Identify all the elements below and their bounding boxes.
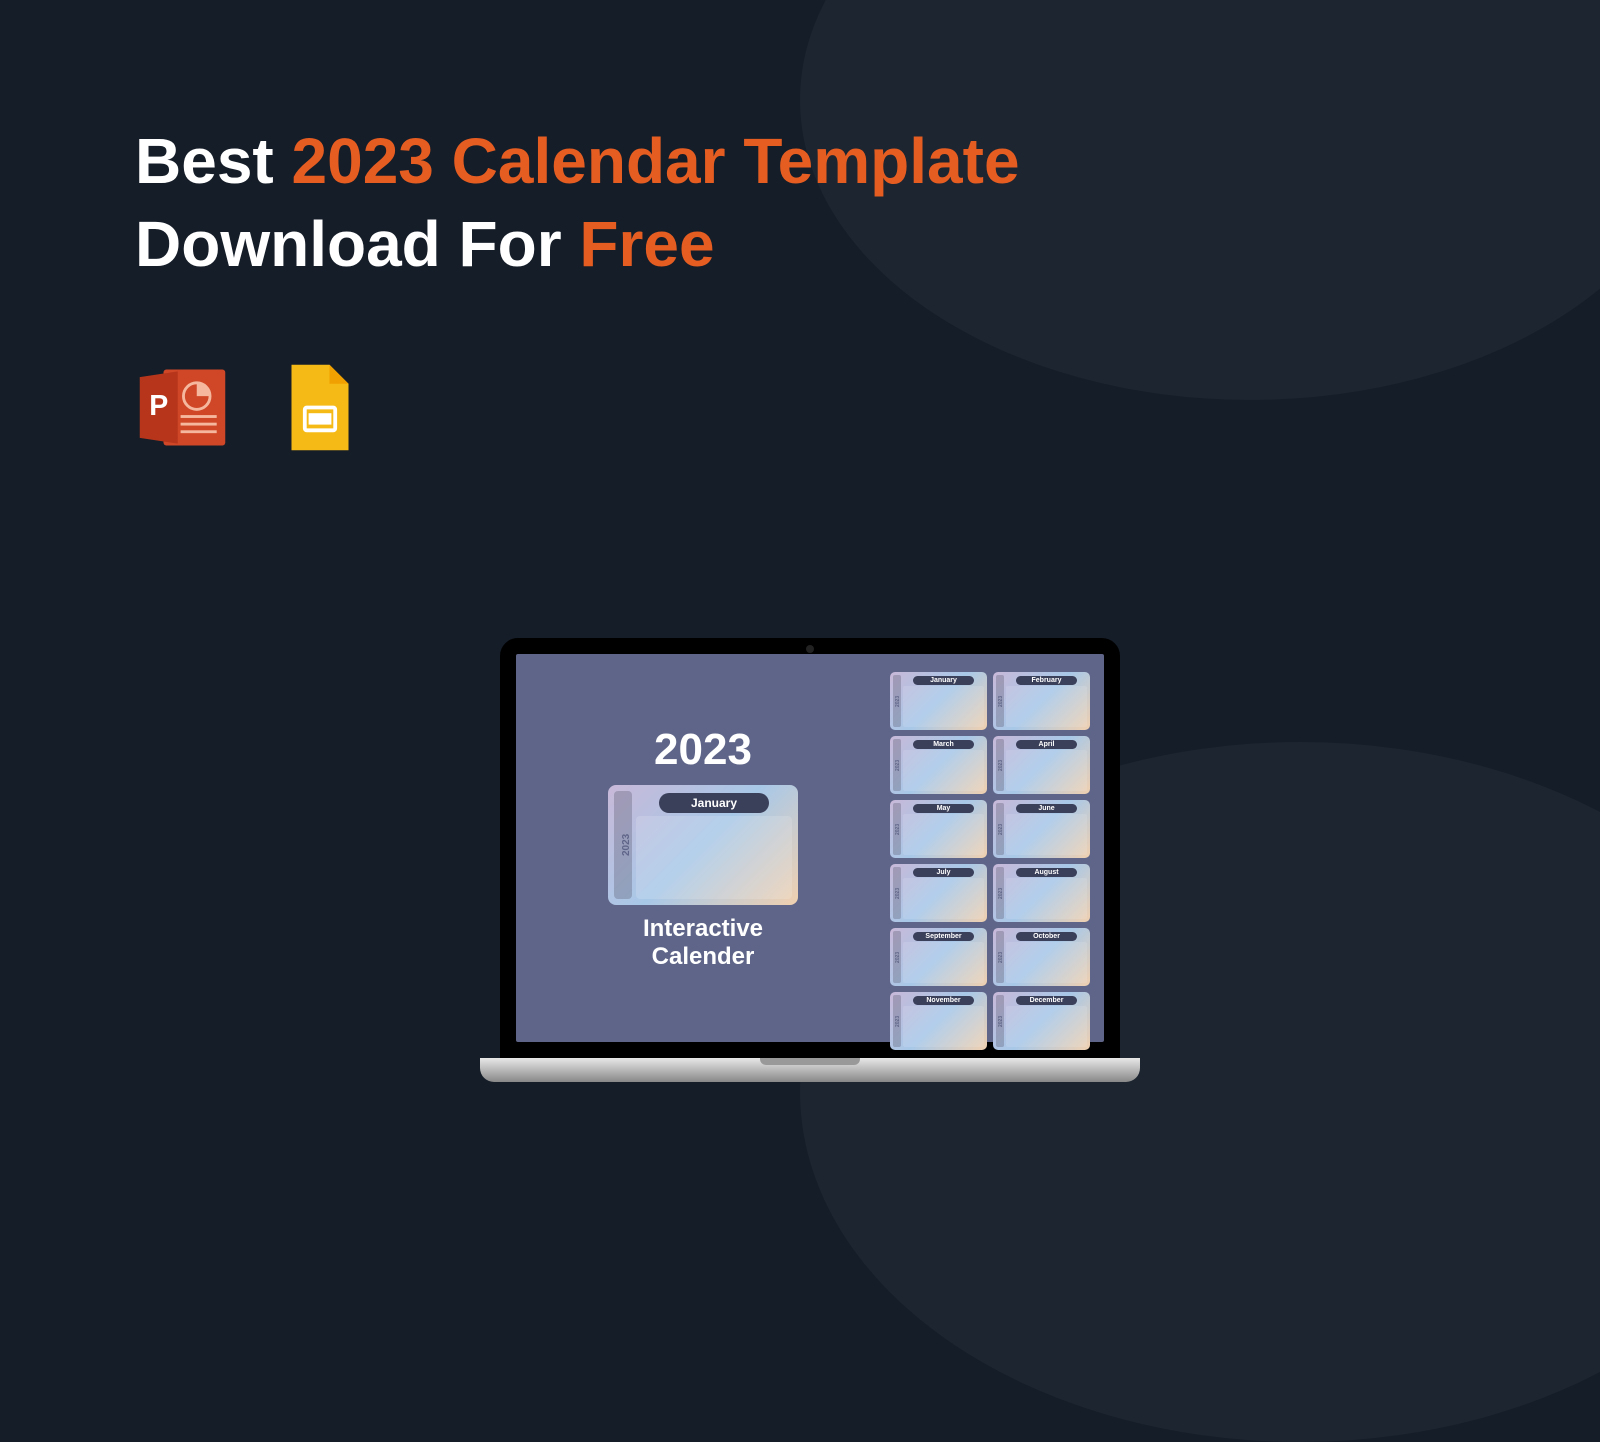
interactive-line1: Interactive bbox=[643, 915, 763, 942]
mini-body: November bbox=[903, 995, 984, 1047]
mini-month-may: 2023 May bbox=[890, 800, 987, 858]
mini-month-january: 2023 January bbox=[890, 672, 987, 730]
mini-spine: 2023 bbox=[893, 739, 901, 791]
mini-month-label: July bbox=[913, 868, 974, 877]
mini-body: October bbox=[1006, 931, 1087, 983]
mini-spine: 2023 bbox=[996, 739, 1004, 791]
mini-body: April bbox=[1006, 739, 1087, 791]
mini-month-april: 2023 April bbox=[993, 736, 1090, 794]
mini-body: January bbox=[903, 675, 984, 727]
mini-body: July bbox=[903, 867, 984, 919]
mini-month-grid bbox=[903, 942, 984, 983]
featured-body: January bbox=[636, 791, 792, 899]
mini-month-grid bbox=[1006, 814, 1087, 855]
mini-month-october: 2023 October bbox=[993, 928, 1090, 986]
mini-month-grid bbox=[1006, 878, 1087, 919]
mini-month-november: 2023 November bbox=[890, 992, 987, 1050]
screen-content: 2023 2023 January Interactive Calender 2… bbox=[516, 654, 1104, 1042]
mini-month-grid bbox=[1006, 942, 1087, 983]
headline-accent-2: Free bbox=[579, 208, 714, 280]
mini-month-grid bbox=[903, 1006, 984, 1047]
laptop-screen: 2023 2023 January Interactive Calender 2… bbox=[500, 638, 1120, 1058]
mini-month-label: April bbox=[1016, 740, 1077, 749]
mini-month-label: November bbox=[913, 996, 974, 1005]
mini-month-march: 2023 March bbox=[890, 736, 987, 794]
mini-month-grid bbox=[903, 686, 984, 727]
mini-month-label: March bbox=[913, 740, 974, 749]
featured-month-label: January bbox=[659, 793, 768, 813]
mini-month-grid bbox=[903, 814, 984, 855]
mini-month-december: 2023 December bbox=[993, 992, 1090, 1050]
mini-month-label: May bbox=[913, 804, 974, 813]
mini-spine: 2023 bbox=[893, 931, 901, 983]
mini-month-grid bbox=[1006, 1006, 1087, 1047]
mini-spine: 2023 bbox=[996, 867, 1004, 919]
mini-spine: 2023 bbox=[996, 803, 1004, 855]
mini-month-label: February bbox=[1016, 676, 1077, 685]
mini-month-grid bbox=[1006, 686, 1087, 727]
mini-month-september: 2023 September bbox=[890, 928, 987, 986]
featured-month-grid bbox=[636, 816, 792, 899]
laptop-mockup: 2023 2023 January Interactive Calender 2… bbox=[480, 638, 1140, 1082]
mini-month-august: 2023 August bbox=[993, 864, 1090, 922]
mini-spine: 2023 bbox=[996, 931, 1004, 983]
mini-month-february: 2023 February bbox=[993, 672, 1090, 730]
mini-month-label: June bbox=[1016, 804, 1077, 813]
mini-month-label: January bbox=[913, 676, 974, 685]
mini-body: June bbox=[1006, 803, 1087, 855]
mini-body: May bbox=[903, 803, 984, 855]
screen-left-panel: 2023 2023 January Interactive Calender bbox=[530, 672, 876, 1024]
mini-month-label: September bbox=[913, 932, 974, 941]
laptop-base bbox=[480, 1058, 1140, 1082]
mini-month-label: December bbox=[1016, 996, 1077, 1005]
mini-spine: 2023 bbox=[996, 995, 1004, 1047]
mini-spine: 2023 bbox=[893, 867, 901, 919]
format-icons: P bbox=[135, 360, 360, 455]
google-slides-icon bbox=[280, 360, 360, 455]
mini-month-label: October bbox=[1016, 932, 1077, 941]
svg-text:P: P bbox=[149, 390, 168, 422]
mini-month-grid bbox=[903, 750, 984, 791]
mini-spine: 2023 bbox=[996, 675, 1004, 727]
mini-body: August bbox=[1006, 867, 1087, 919]
mini-spine: 2023 bbox=[893, 995, 901, 1047]
mini-month-label: August bbox=[1016, 868, 1077, 877]
mini-month-grid bbox=[903, 878, 984, 919]
featured-spine: 2023 bbox=[614, 791, 632, 899]
headline-word-best: Best bbox=[135, 125, 292, 197]
mini-month-grid bbox=[1006, 750, 1087, 791]
headline-accent-1: 2023 Calendar Template bbox=[292, 125, 1020, 197]
year-title: 2023 bbox=[654, 725, 752, 775]
headline: Best 2023 Calendar Template Download For… bbox=[135, 120, 1020, 286]
interactive-calendar-label: Interactive Calender bbox=[643, 915, 763, 970]
interactive-line2: Calender bbox=[652, 943, 755, 970]
powerpoint-icon: P bbox=[135, 360, 230, 455]
mini-month-july: 2023 July bbox=[890, 864, 987, 922]
mini-body: December bbox=[1006, 995, 1087, 1047]
featured-month-card: 2023 January bbox=[608, 785, 798, 905]
mini-spine: 2023 bbox=[893, 803, 901, 855]
headline-word-download: Download For bbox=[135, 208, 579, 280]
mini-spine: 2023 bbox=[893, 675, 901, 727]
mini-body: March bbox=[903, 739, 984, 791]
mini-body: February bbox=[1006, 675, 1087, 727]
months-grid: 2023 January 2023 February 2023 March 2023 Apri… bbox=[890, 672, 1090, 1024]
mini-month-june: 2023 June bbox=[993, 800, 1090, 858]
mini-body: September bbox=[903, 931, 984, 983]
